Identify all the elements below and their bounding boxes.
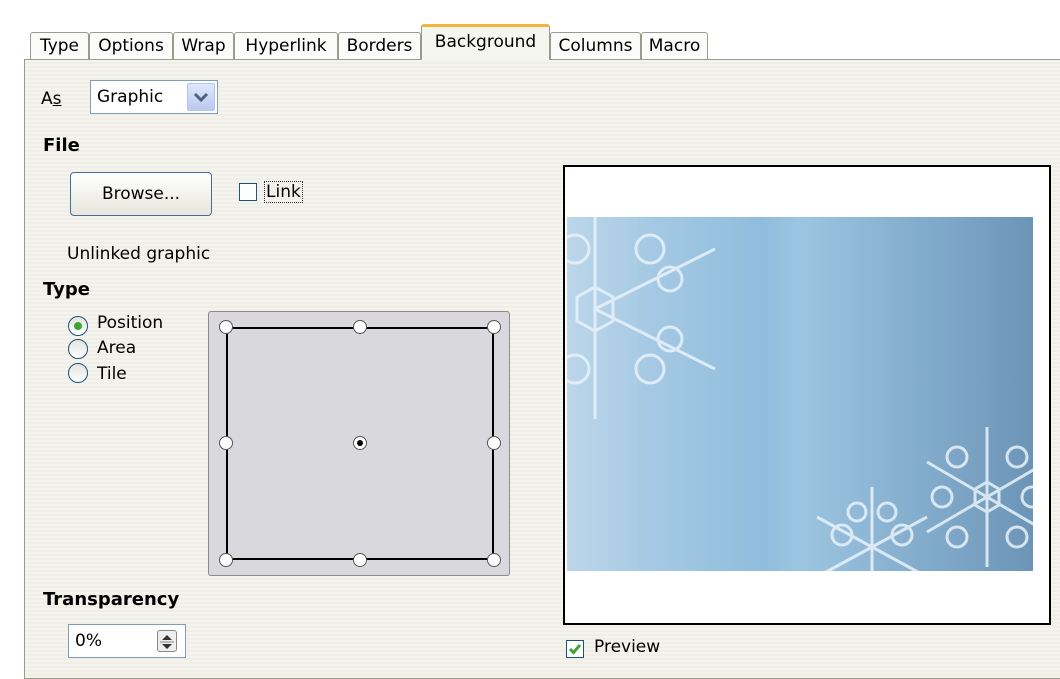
as-select[interactable]: Graphic (90, 80, 218, 114)
preview-pane (563, 165, 1051, 625)
as-label: As (41, 89, 62, 109)
status-text: Unlinked graphic (67, 244, 211, 264)
browse-button-label: Browse... (101, 184, 181, 204)
transparency-value: 0% (75, 631, 102, 651)
position-top-left[interactable] (219, 320, 233, 334)
preview-label: Preview (594, 637, 661, 657)
check-icon (568, 644, 582, 655)
position-middle-right[interactable] (487, 436, 501, 450)
position-center[interactable] (353, 436, 367, 450)
radio-area[interactable] (68, 339, 88, 359)
snowflake-decoration (567, 217, 1033, 571)
position-bottom-right[interactable] (487, 553, 501, 567)
position-bottom-center[interactable] (353, 553, 367, 567)
transparency-heading: Transparency (43, 589, 180, 610)
position-bottom-left[interactable] (219, 553, 233, 567)
position-top-center[interactable] (353, 320, 367, 334)
link-label: Link (264, 181, 303, 203)
browse-button[interactable]: Browse... (70, 172, 212, 216)
file-heading: File (43, 135, 80, 156)
spin-arrows-icon[interactable] (157, 630, 177, 652)
position-grid[interactable] (208, 311, 510, 576)
chevron-down-icon[interactable] (187, 83, 215, 111)
radio-position-label: Position (97, 313, 164, 333)
position-middle-left[interactable] (219, 436, 233, 450)
position-top-right[interactable] (487, 320, 501, 334)
transparency-spinbox[interactable]: 0% (68, 624, 186, 658)
radio-tile[interactable] (68, 363, 88, 383)
radio-position[interactable] (68, 316, 88, 336)
as-select-value: Graphic (97, 87, 164, 107)
radio-area-label: Area (97, 338, 137, 358)
preview-image (567, 217, 1033, 571)
preview-checkbox[interactable] (566, 640, 584, 658)
type-heading: Type (43, 279, 90, 300)
radio-tile-label: Tile (97, 364, 127, 384)
link-checkbox[interactable] (239, 183, 257, 201)
